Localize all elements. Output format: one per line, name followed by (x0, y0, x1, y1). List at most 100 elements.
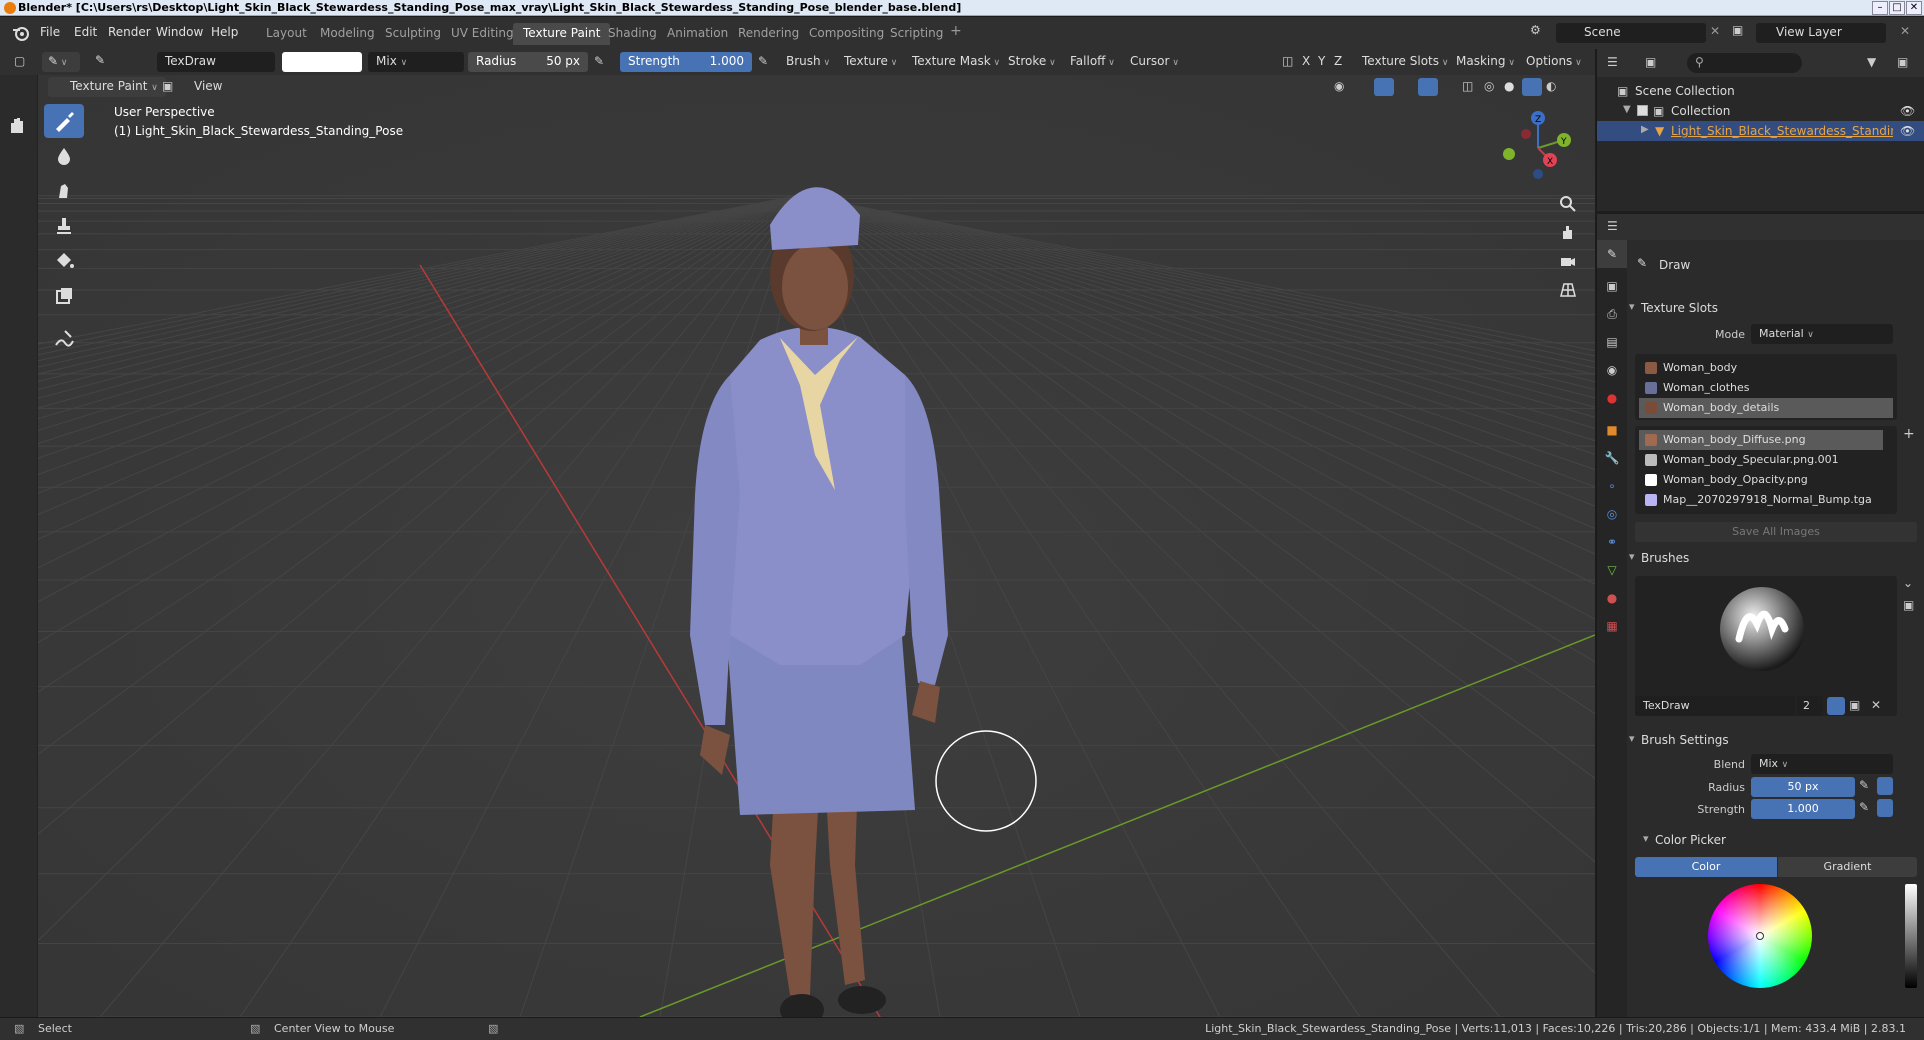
smear-tool[interactable] (44, 174, 84, 208)
add-texture-slot-icon[interactable]: + (1903, 426, 1915, 442)
strength-slider[interactable]: Strength 1.000 (620, 52, 752, 72)
tab-texture[interactable]: ▦ (1597, 612, 1627, 640)
color-tab-button[interactable]: Color (1635, 857, 1777, 877)
duplicate-brush-icon[interactable]: ▣ (1849, 698, 1860, 712)
tab-scene[interactable]: ◉ (1597, 356, 1627, 384)
filter-icon[interactable]: ▼ (1867, 55, 1876, 69)
mirror-y-toggle[interactable]: Y (1318, 54, 1325, 68)
brush-color-swatch[interactable] (282, 52, 362, 72)
brush-icon[interactable]: ✎ (95, 53, 105, 67)
mirror-z-toggle[interactable]: Z (1334, 54, 1342, 68)
overlay-toggle-icon[interactable] (1418, 78, 1438, 96)
visibility-icon[interactable]: ◉ (1334, 79, 1344, 93)
tab-texture-paint[interactable]: Texture Paint (513, 23, 611, 45)
color-wheel-cursor[interactable] (1756, 932, 1764, 940)
radius-pressure-toggle-icon[interactable]: ✎ (1859, 778, 1869, 792)
clone-tool[interactable] (44, 209, 84, 243)
tab-sculpting[interactable]: Sculpting (375, 23, 451, 45)
tab-object[interactable]: ■ (1597, 416, 1627, 444)
outliner-search-input[interactable]: ⚲ (1687, 53, 1802, 73)
fake-user-icon[interactable] (1827, 697, 1845, 715)
fill-tool[interactable] (44, 244, 84, 278)
color-wheel[interactable] (1708, 884, 1812, 988)
expand-arrow-icon[interactable]: ▼ (1623, 104, 1631, 115)
menu-help[interactable]: Help (211, 25, 238, 39)
options-menu[interactable]: Options (1526, 54, 1582, 68)
tab-animation[interactable]: Animation (657, 23, 738, 45)
outliner-object-row[interactable]: ▶ ▼ Light_Skin_Black_Stewardess_Standing… (1597, 121, 1924, 141)
tab-layout[interactable]: Layout (256, 23, 317, 45)
texture-menu[interactable]: Texture (844, 54, 897, 68)
value-slider[interactable] (1905, 884, 1917, 988)
outliner-editor-icon[interactable]: ☰ (1607, 55, 1618, 69)
strength-pressure-toggle-icon[interactable]: ✎ (1859, 800, 1869, 814)
annotate-tool[interactable] (44, 321, 84, 355)
tab-output[interactable]: ⎙ (1597, 300, 1627, 328)
strength-unit-toggle-icon[interactable] (1877, 799, 1893, 817)
tab-scripting[interactable]: Scripting (880, 23, 953, 45)
gradient-tab-button[interactable]: Gradient (1778, 857, 1917, 877)
menu-file[interactable]: File (40, 25, 60, 39)
menu-render[interactable]: Render (108, 25, 151, 39)
hand-pan-icon[interactable] (5, 113, 29, 137)
properties-editor-icon[interactable]: ☰ (1607, 219, 1618, 233)
image-slot-item[interactable]: Map__2070297918_Normal_Bump.tga (1639, 490, 1883, 510)
view-menu[interactable]: View (194, 79, 222, 93)
material-shading-icon[interactable] (1522, 78, 1542, 96)
pan-hand-icon[interactable] (1554, 218, 1582, 246)
tab-particles[interactable]: ∘ (1597, 472, 1627, 500)
menu-window[interactable]: Window (156, 25, 203, 39)
stroke-menu[interactable]: Stroke (1008, 54, 1056, 68)
solid-shading-icon[interactable]: ● (1504, 79, 1514, 93)
brush-strength-slider[interactable]: 1.000 (1751, 799, 1855, 819)
view-layer-icon[interactable]: ▣ (1732, 23, 1743, 37)
tab-render[interactable]: ▣ (1597, 272, 1627, 300)
brushes-panel-header[interactable]: Brushes (1627, 546, 1924, 570)
menu-edit[interactable]: Edit (74, 25, 97, 39)
radius-unit-toggle-icon[interactable] (1877, 777, 1893, 795)
brush-menu-arrow-icon[interactable]: ⌄ (1903, 576, 1913, 590)
brush-menu[interactable]: Brush (786, 54, 830, 68)
radius-slider[interactable]: Radius 50 px (468, 52, 588, 72)
tab-modeling[interactable]: Modeling (310, 23, 385, 45)
tab-constraints[interactable]: ⚭ (1597, 528, 1627, 556)
texture-mask-menu[interactable]: Texture Mask (912, 54, 1000, 68)
tab-data[interactable]: ▽ (1597, 556, 1627, 584)
falloff-menu[interactable]: Falloff (1070, 54, 1115, 68)
xray-icon[interactable]: ◫ (1462, 79, 1473, 93)
image-slot-item[interactable]: Woman_body_Diffuse.png (1639, 430, 1883, 450)
scene-selector[interactable]: Scene (1556, 23, 1706, 43)
unlink-brush-icon[interactable]: ✕ (1871, 698, 1881, 712)
color-picker-panel-header[interactable]: Color Picker (1641, 828, 1921, 852)
brush-name-field[interactable]: TexDraw (157, 52, 275, 72)
display-mode-icon[interactable]: ▣ (1645, 55, 1656, 69)
scene-icon[interactable]: ⚙ (1530, 23, 1541, 37)
blender-menu-icon[interactable] (12, 24, 30, 42)
view-layer-selector[interactable]: View Layer (1756, 23, 1886, 43)
viewport-canvas[interactable] (0, 75, 1595, 1017)
outliner-collection[interactable]: ▼ ▣ Collection 👁 (1597, 101, 1924, 121)
paint-mode-icon[interactable]: ✎ (42, 52, 80, 72)
new-collection-icon[interactable]: ▣ (1897, 55, 1908, 69)
close-icon[interactable]: ✕ (1906, 1, 1922, 15)
maximize-icon[interactable]: □ (1889, 1, 1905, 15)
collection-checkbox[interactable] (1637, 105, 1648, 116)
strength-pressure-icon[interactable]: ✎ (758, 54, 768, 68)
object-expand-icon[interactable]: ▶ (1641, 124, 1649, 135)
material-slot-item[interactable]: Woman_body_details (1639, 398, 1893, 418)
brush-settings-panel-header[interactable]: Brush Settings (1627, 728, 1924, 752)
brush-blend-select[interactable]: Mix (1751, 754, 1893, 774)
tab-material[interactable]: ● (1597, 584, 1627, 612)
minimize-icon[interactable]: – (1872, 1, 1888, 15)
wireframe-shading-icon[interactable]: ◎ (1484, 79, 1494, 93)
tab-physics[interactable]: ◎ (1597, 500, 1627, 528)
tab-view-layer[interactable]: ▤ (1597, 328, 1627, 356)
navigation-gizmo[interactable]: Z Y X (1496, 106, 1580, 186)
mirror-x-toggle[interactable]: X (1302, 54, 1310, 68)
soften-tool[interactable] (44, 139, 84, 173)
collection-visibility-icon[interactable]: 👁 (1900, 104, 1915, 118)
radius-pressure-icon[interactable]: ✎ (594, 54, 604, 68)
outliner-scene-collection[interactable]: ▣ Scene Collection (1597, 81, 1924, 101)
tab-rendering[interactable]: Rendering (728, 23, 809, 45)
mask-tool[interactable] (44, 279, 84, 313)
